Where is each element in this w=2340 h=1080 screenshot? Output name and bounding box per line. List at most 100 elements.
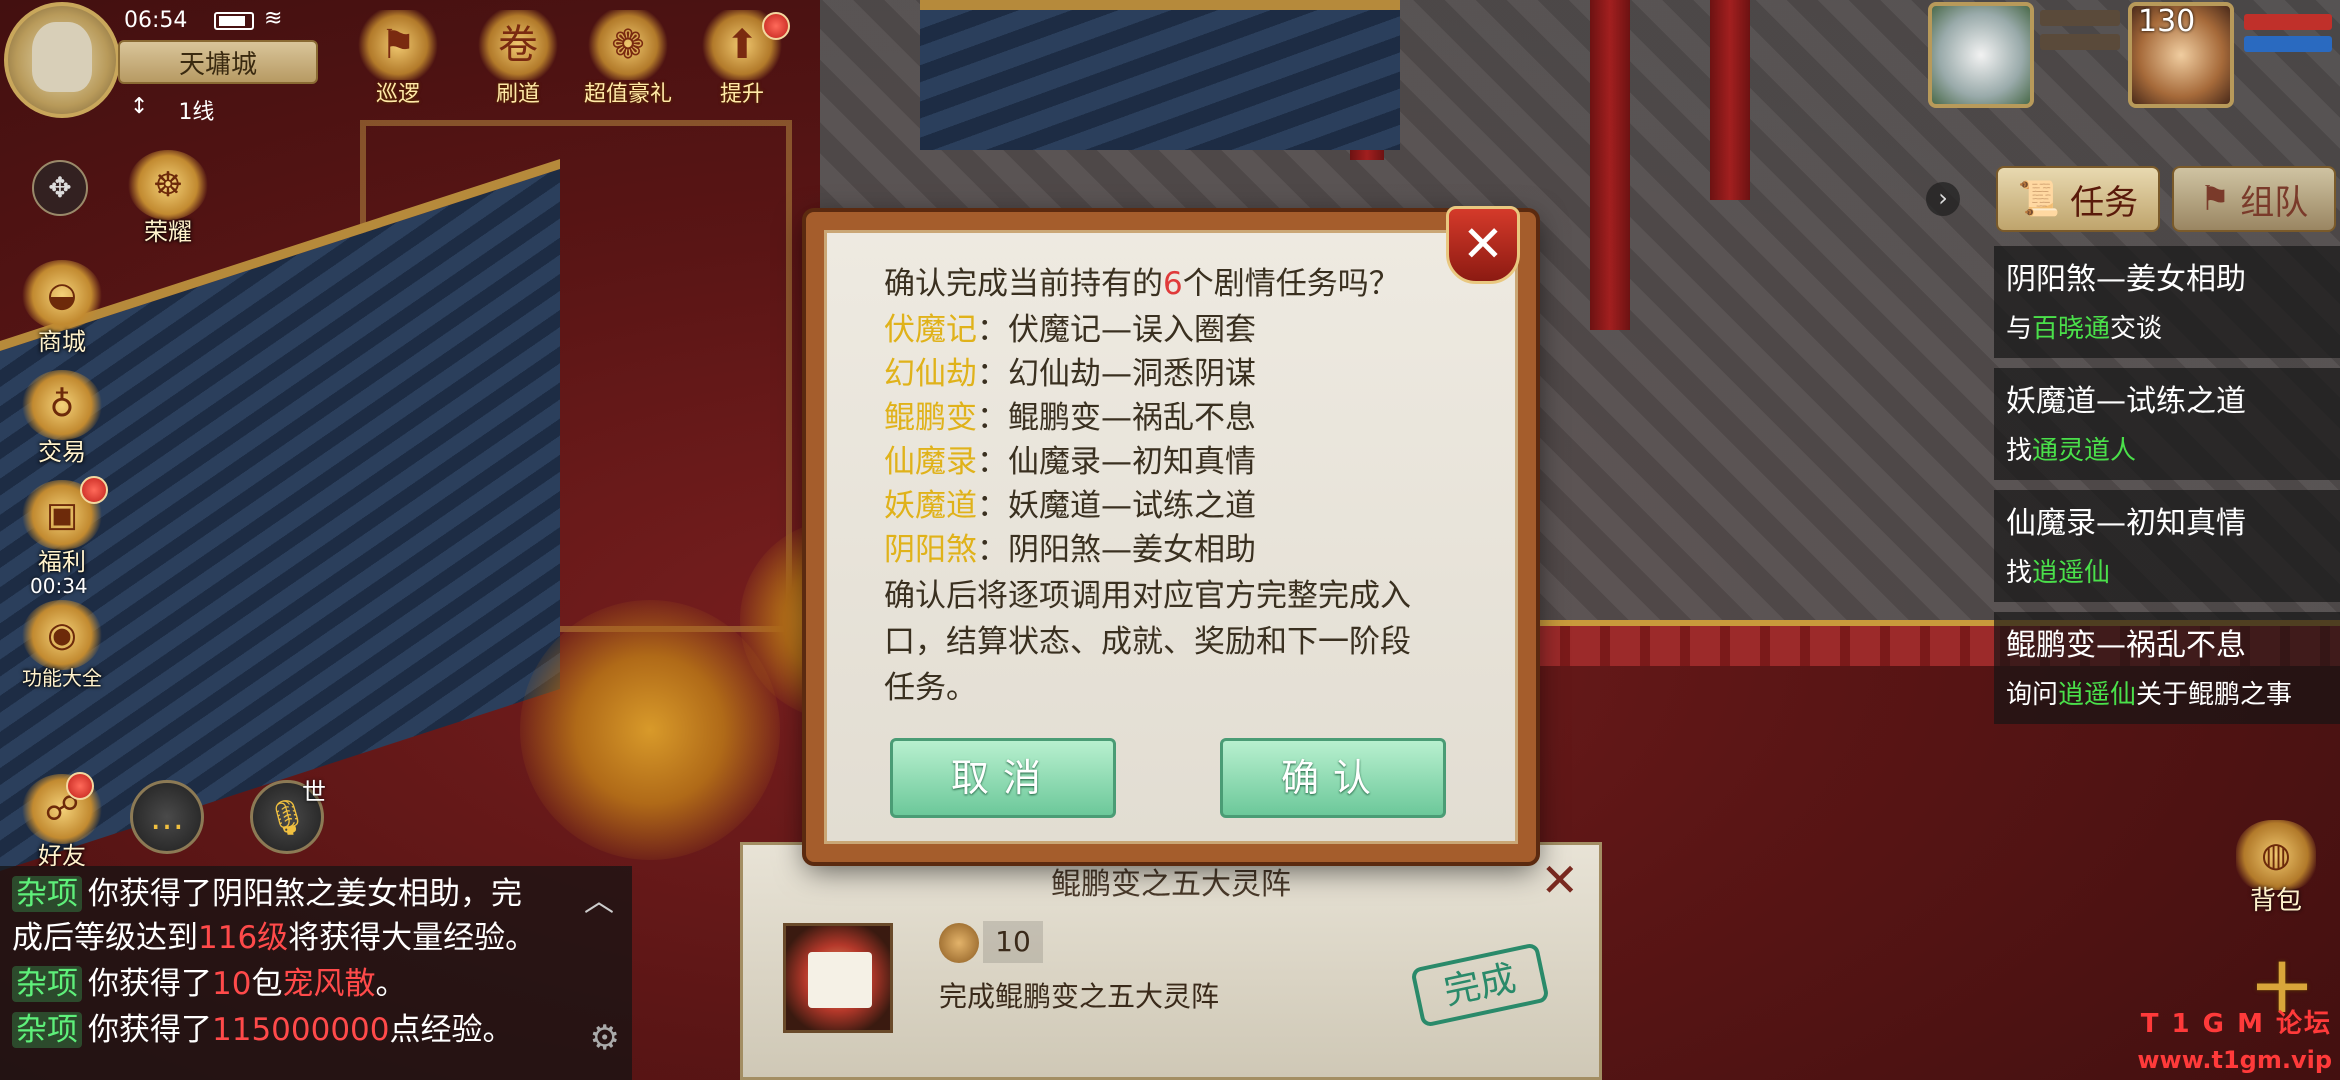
chevron-up-icon[interactable]: ︿ <box>584 876 614 920</box>
dialog-note: 任务。 <box>884 670 977 706</box>
chat-text: 成后等级达到 <box>12 920 198 956</box>
quest-complete-banner: 鲲鹏变之五大灵阵 ✕ 10 完成鲲鹏变之五大灵阵 完成 <box>740 842 1602 1080</box>
city-name-plate[interactable]: 天墉城 <box>118 40 318 84</box>
updown-arrow-icon: ↕ <box>130 94 149 119</box>
trade-button[interactable]: ♁ 交易 <box>12 370 112 467</box>
task-series: 阴阳煞 <box>884 532 977 568</box>
notification-dot <box>762 12 790 40</box>
all-functions-button[interactable]: ◉ 功能大全 <box>12 600 112 691</box>
dialog-question: 确认完成当前持有的6个剧情任务吗？ <box>884 262 1400 306</box>
cancel-button[interactable]: 取消 <box>890 738 1116 818</box>
confirm-button[interactable]: 确认 <box>1220 738 1446 818</box>
task-sub-text: 与 <box>2006 314 2033 344</box>
bag-button[interactable]: ◍ 背包 <box>2226 820 2326 917</box>
flag-icon: ⚑ <box>358 10 438 80</box>
task-subtitle: 找通灵道人 <box>2006 430 2136 467</box>
flag-icon: ⚑ <box>2199 179 2231 219</box>
friends-button[interactable]: ☍ 好友 <box>12 774 112 871</box>
glory-button[interactable]: ☸ 荣耀 <box>118 150 218 247</box>
task-detail: ：妖魔道—试练之道 <box>977 488 1256 524</box>
tab-task[interactable]: 📜 任务 <box>1996 166 2160 232</box>
task-item[interactable]: 阴阳煞—姜女相助 与百晓通交谈 <box>1994 246 2340 358</box>
shop-button[interactable]: ◒ 商城 <box>12 260 112 357</box>
upgrade-label: 提升 <box>719 82 764 107</box>
trade-label: 交易 <box>38 438 86 466</box>
world-channel-tag: 世 <box>302 778 326 806</box>
welfare-timer: 00:34 <box>30 574 88 598</box>
task-series: 鲲鹏变 <box>884 400 977 436</box>
close-icon[interactable]: ✕ <box>1540 853 1579 907</box>
welfare-label: 福利 <box>38 548 86 576</box>
ingot-icon: ◒ <box>22 260 102 330</box>
shop-label: 商城 <box>38 328 86 356</box>
coin-icon <box>939 923 979 963</box>
task-subtitle: 找逍遥仙 <box>2006 552 2110 589</box>
task-item[interactable]: 妖魔道—试练之道 找通灵道人 <box>1994 368 2340 480</box>
task-title: 妖魔道—试练之道 <box>2006 384 2246 419</box>
chat-log[interactable]: 杂项 你获得了阴阳煞之姜女相助，完 成后等级达到116级将获得大量经验。 杂项你获… <box>0 866 632 1080</box>
chat-bubble-icon[interactable]: … <box>130 780 204 854</box>
dialog-note: 口，结算状态、成就、奖励和下一阶段 <box>884 624 1411 660</box>
chat-highlight: 116级 <box>198 920 289 956</box>
task-title: 鲲鹏变—祸乱不息 <box>2006 628 2246 663</box>
chat-highlight: 宠风散 <box>282 966 376 1002</box>
task-item[interactable]: 仙魔录—初知真情 找逍遥仙 <box>1994 490 2340 602</box>
close-icon: ✕ <box>1462 215 1504 273</box>
bag-icon: ♁ <box>22 370 102 440</box>
player-avatar[interactable] <box>4 2 120 118</box>
expand-menu-icon[interactable]: ✥ <box>32 160 88 216</box>
task-series: 仙魔录 <box>884 444 977 480</box>
task-npc: 通灵道人 <box>2032 436 2137 466</box>
brush-dao-button[interactable]: 卷 刷道 <box>468 10 568 110</box>
pet-portrait[interactable] <box>1928 2 2034 108</box>
task-series: 伏魔记 <box>884 312 977 348</box>
quest-description: 完成鲲鹏变之五大灵阵 <box>939 980 1220 1013</box>
chat-tag: 杂项 <box>12 876 82 912</box>
task-series: 妖魔道 <box>884 488 977 524</box>
tab-task-label: 任务 <box>2070 182 2139 223</box>
complete-stamp: 完成 <box>1410 942 1550 1028</box>
chat-text: 将获得大量经验。 <box>288 920 537 956</box>
orb-icon: ◉ <box>22 600 102 670</box>
chevron-right-icon[interactable]: › <box>1926 182 1960 216</box>
task-sub-text: 找 <box>2006 436 2033 466</box>
chat-text: 你获得了 <box>88 966 212 1002</box>
value-gift-button[interactable]: ❁ 超值豪礼 <box>578 10 678 110</box>
dialog-task-line: 仙魔录：仙魔录—初知真情 <box>884 440 1256 484</box>
dialog-close-button[interactable]: ✕ <box>1446 206 1520 284</box>
player-hp-bar <box>2244 14 2332 30</box>
watermark: T 1 G M 论坛 <box>2140 1009 2332 1039</box>
task-title: 阴阳煞—姜女相助 <box>2006 262 2246 297</box>
dialog-task-line: 阴阳煞：阴阳煞—姜女相助 <box>884 528 1256 572</box>
chat-text: 包 <box>251 966 283 1002</box>
confirm-label: 确认 <box>1280 756 1385 800</box>
task-series: 幻仙劫 <box>884 356 977 392</box>
task-subtitle: 与百晓通交谈 <box>2006 308 2162 345</box>
pet-hp-bar <box>2040 10 2120 26</box>
task-sub-text: 交谈 <box>2110 314 2163 344</box>
chat-line: 杂项 你获得了阴阳煞之姜女相助，完 <box>12 872 522 916</box>
task-detail: ：阴阳煞—姜女相助 <box>977 532 1256 568</box>
chat-text: 点经验。 <box>389 1012 514 1048</box>
patrol-label: 巡逻 <box>375 82 420 107</box>
watermark-url: www.t1gm.vip <box>2137 1046 2332 1074</box>
player-level: 130 <box>2138 4 2196 39</box>
cancel-label: 取消 <box>950 756 1055 800</box>
brush-dao-label: 刷道 <box>495 82 540 107</box>
reward-count: 10 <box>983 921 1043 963</box>
red-pillar <box>1590 0 1630 330</box>
patrol-button[interactable]: ⚑ 巡逻 <box>348 10 448 110</box>
glory-label: 荣耀 <box>144 218 192 246</box>
pet-mp-bar <box>2040 34 2120 50</box>
player-mp-bar <box>2244 36 2332 52</box>
task-detail: ：仙魔录—初知真情 <box>977 444 1256 480</box>
task-sub-text: 询问 <box>2006 680 2059 710</box>
dialog-note: 确认后将逐项调用对应官方完整完成入 <box>884 578 1411 614</box>
task-item[interactable]: 鲲鹏变—祸乱不息 询问逍遥仙关于鲲鹏之事 <box>1994 612 2340 724</box>
server-line[interactable]: ↕ 1线 <box>130 94 214 126</box>
notification-dot <box>80 476 108 504</box>
all-functions-label: 功能大全 <box>22 666 102 690</box>
gear-icon[interactable]: ⚙ <box>590 1018 620 1058</box>
tab-team[interactable]: ⚑ 组队 <box>2172 166 2336 232</box>
value-gift-label: 超值豪礼 <box>583 82 672 107</box>
